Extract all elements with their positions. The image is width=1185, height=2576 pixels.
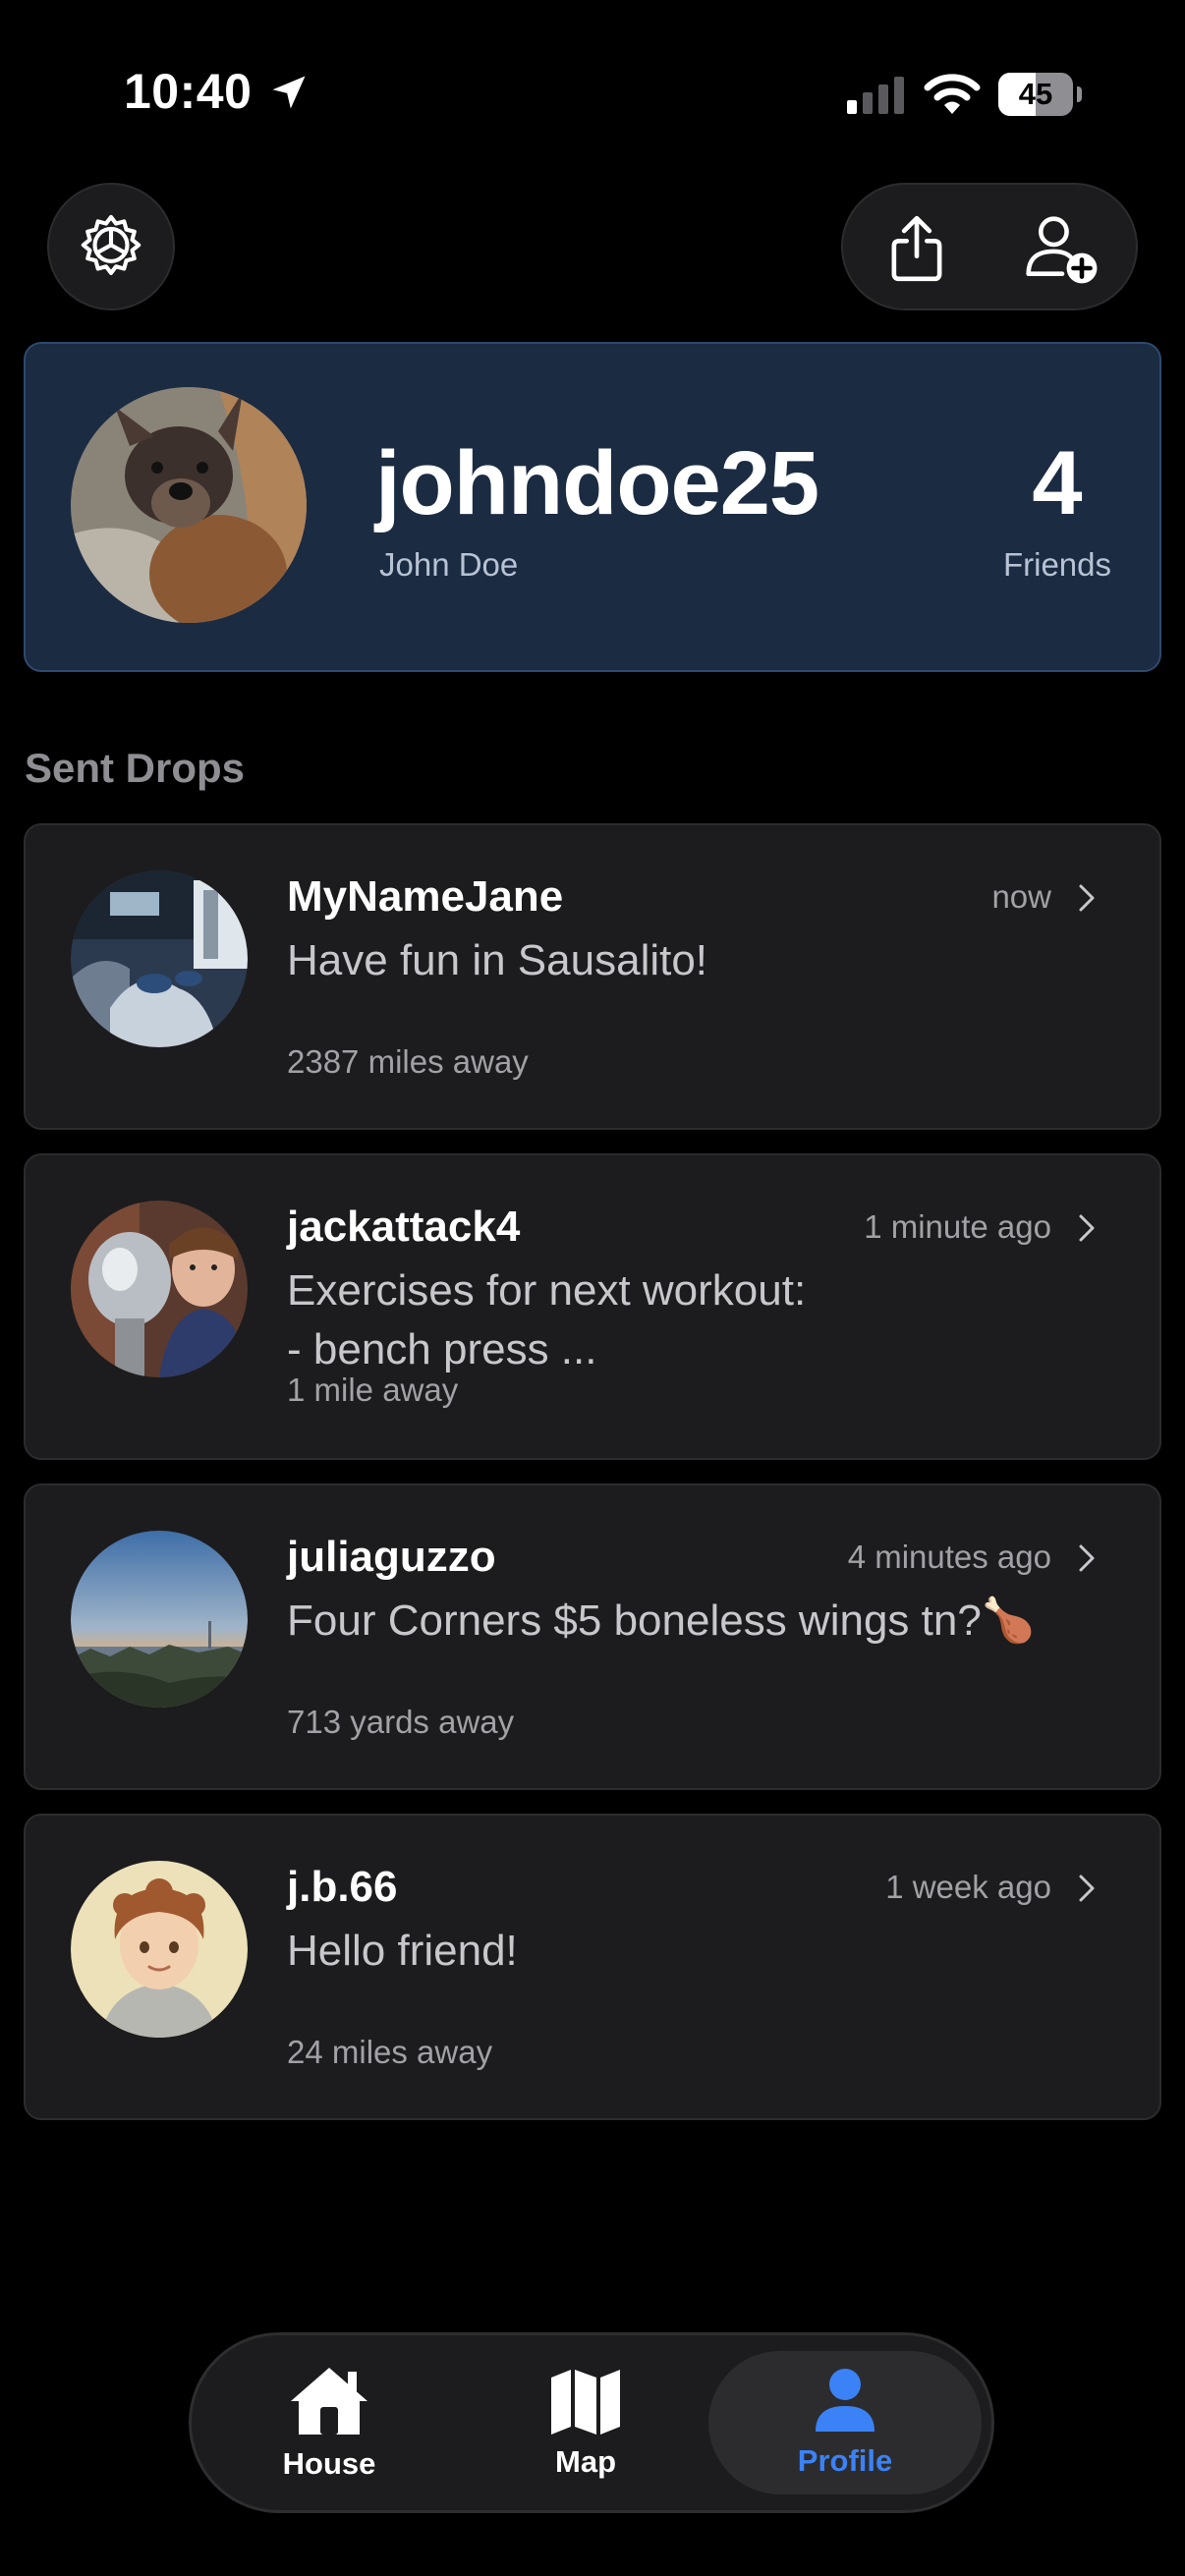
settings-button[interactable]	[47, 183, 175, 310]
drop-message: Four Corners $5 boneless wings tn?🍗	[287, 1596, 1036, 1645]
drop-card[interactable]: juliaguzzo 4 minutes ago Four Corners $5…	[24, 1484, 1161, 1790]
drop-time: 4 minutes ago	[847, 1539, 1051, 1575]
profile-avatar[interactable]	[71, 387, 307, 623]
tab-profile[interactable]: Profile	[708, 2351, 982, 2494]
tab-map-label: Map	[555, 2444, 616, 2479]
drop-username: MyNameJane	[287, 872, 564, 921]
chevron-right-icon	[1079, 1875, 1095, 1902]
house-icon	[291, 2368, 367, 2435]
drop-avatar	[71, 1861, 248, 2038]
chevron-right-icon	[1079, 1544, 1095, 1572]
status-time: 10:40	[124, 64, 253, 119]
drop-message: Exercises for next workout: - bench pres…	[287, 1266, 807, 1373]
chevron-right-icon	[1079, 1214, 1095, 1242]
profile-username: johndoe25	[375, 433, 819, 533]
person-plus-icon	[1026, 216, 1098, 284]
screen: 10:40 45 johndoe25 John Doe 4 Friends Se…	[0, 0, 1185, 2576]
battery-level: 45	[1018, 77, 1053, 111]
share-button[interactable]	[871, 202, 963, 295]
add-friend-button[interactable]	[1016, 202, 1108, 295]
wifi-icon	[924, 74, 981, 114]
share-icon	[891, 215, 942, 282]
cellular-signal-icon	[847, 77, 904, 114]
drop-card[interactable]: MyNameJane now Have fun in Sausalito! 23…	[24, 823, 1161, 1130]
drop-username: juliaguzzo	[287, 1533, 496, 1581]
drop-message: Hello friend!	[287, 1927, 518, 1975]
drop-avatar	[71, 870, 248, 1047]
drop-time: 1 week ago	[885, 1869, 1051, 1905]
chevron-right-icon	[1079, 884, 1095, 912]
tab-profile-label: Profile	[797, 2443, 893, 2478]
location-arrow-icon	[272, 76, 306, 109]
drop-card[interactable]: j.b.66 1 week ago Hello friend! 24 miles…	[24, 1814, 1161, 2120]
friends-count[interactable]: 4	[998, 438, 1116, 529]
header-actions	[841, 183, 1138, 310]
drop-distance: 713 yards away	[287, 1704, 515, 1740]
person-icon	[816, 2369, 875, 2432]
gear-icon	[81, 214, 141, 275]
tab-house-label: House	[282, 2446, 376, 2481]
drop-time: now	[991, 878, 1051, 915]
drop-distance: 24 miles away	[287, 2034, 493, 2070]
drop-username: j.b.66	[287, 1863, 398, 1911]
drop-distance: 1 mile away	[287, 1372, 459, 1408]
profile-display-name: John Doe	[379, 546, 519, 583]
drop-distance: 2387 miles away	[287, 1043, 529, 1080]
profile-card: johndoe25 John Doe 4 Friends	[24, 342, 1161, 672]
tab-bar: House Map Profile	[189, 2332, 994, 2513]
tab-map[interactable]: Map	[502, 2351, 669, 2494]
drop-message: Have fun in Sausalito!	[287, 936, 708, 984]
section-title: Sent Drops	[25, 745, 246, 791]
battery-icon: 45	[998, 73, 1082, 116]
drop-username: jackattack4	[287, 1203, 521, 1251]
drop-card[interactable]: jackattack4 1 minute ago Exercises for n…	[24, 1153, 1161, 1460]
friends-label[interactable]: Friends	[988, 546, 1126, 584]
map-icon	[551, 2370, 620, 2435]
drop-avatar	[71, 1531, 248, 1708]
drop-time: 1 minute ago	[864, 1208, 1051, 1245]
drop-avatar	[71, 1201, 248, 1377]
tab-house[interactable]: House	[239, 2351, 420, 2494]
